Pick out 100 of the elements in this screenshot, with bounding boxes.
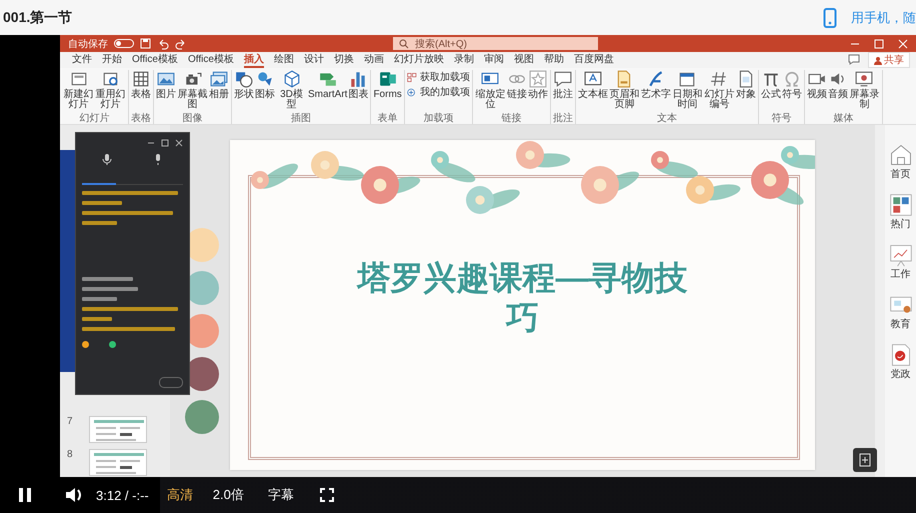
ribbon-button[interactable]: 日期和时间 bbox=[672, 70, 703, 110]
plus-icon bbox=[859, 453, 871, 467]
ribbon-button[interactable]: Forms bbox=[373, 70, 402, 100]
image-icon bbox=[157, 70, 175, 88]
person-icon bbox=[874, 56, 882, 64]
side-panel-item[interactable]: 教育 bbox=[888, 293, 912, 331]
ribbon-button[interactable]: SmartArt bbox=[308, 70, 348, 100]
phone-icon bbox=[823, 8, 837, 28]
group-label: 批注 bbox=[552, 113, 573, 124]
ribbon-button[interactable]: 新建幻灯片 bbox=[63, 70, 94, 110]
search-field[interactable]: 搜索(Alt+Q) bbox=[393, 37, 598, 50]
ribbon-tab[interactable]: 帮助 bbox=[544, 52, 564, 68]
slide-number: 7 bbox=[67, 416, 74, 427]
ribbon-tab[interactable]: 视图 bbox=[514, 52, 534, 68]
ribbon-button[interactable]: 文本框 bbox=[578, 70, 608, 100]
ribbon-tab[interactable]: 绘图 bbox=[274, 52, 294, 68]
group-label: 表单 bbox=[376, 113, 399, 124]
autosave-toggle[interactable] bbox=[114, 39, 134, 48]
chat-button[interactable] bbox=[159, 377, 183, 388]
ribbon-button[interactable]: 缩放定位 bbox=[474, 70, 506, 110]
ribbon-tab[interactable]: 切换 bbox=[334, 52, 354, 68]
ribbon-button[interactable]: 对象 bbox=[736, 70, 756, 100]
group-label: 文本 bbox=[656, 113, 678, 124]
close-icon bbox=[898, 38, 908, 48]
side-panel-item[interactable]: 首页 bbox=[888, 143, 912, 181]
bar-chart-icon bbox=[349, 70, 368, 88]
pause-icon bbox=[18, 487, 32, 503]
group-label: 加载项 bbox=[422, 113, 454, 124]
close-icon bbox=[175, 139, 183, 147]
redo-icon bbox=[175, 38, 187, 50]
group-label: 插图 bbox=[290, 113, 312, 124]
ribbon-tab[interactable]: 文件 bbox=[72, 52, 92, 68]
microphone-icon bbox=[101, 153, 114, 166]
ribbon-button[interactable]: 幻灯片编号 bbox=[704, 70, 735, 110]
slide-thumbnail[interactable] bbox=[89, 449, 147, 476]
ribbon-button[interactable]: 链接 bbox=[506, 70, 527, 100]
ribbon-button[interactable]: 图表 bbox=[348, 70, 368, 100]
fullscreen-icon bbox=[320, 488, 334, 502]
grid-icon bbox=[888, 193, 912, 217]
ribbon-tab[interactable]: Office模板 bbox=[132, 52, 178, 68]
ribbon-button[interactable]: 屏幕录制 bbox=[848, 70, 880, 110]
ribbon-tab[interactable]: 开始 bbox=[102, 52, 122, 68]
ribbon-button[interactable]: 公式 bbox=[760, 70, 781, 100]
ribbon-tab[interactable]: 动画 bbox=[364, 52, 384, 68]
group-label: 表格 bbox=[131, 113, 151, 124]
group-label: 图像 bbox=[182, 113, 204, 124]
ribbon-tab[interactable]: 录制 bbox=[454, 52, 474, 68]
undo-icon bbox=[157, 38, 169, 50]
ribbon-tab[interactable]: Office模板 bbox=[188, 52, 234, 68]
ribbon-button[interactable]: 获取加载项 bbox=[406, 72, 470, 83]
ribbon-tab[interactable]: 审阅 bbox=[484, 52, 504, 68]
subtitles-button[interactable]: 字幕 bbox=[268, 486, 294, 504]
ribbon-button[interactable]: 3D模型 bbox=[276, 70, 307, 110]
volume-button[interactable] bbox=[65, 486, 82, 504]
ribbon-button[interactable]: 图标 bbox=[255, 70, 275, 100]
ribbon-tab[interactable]: 幻灯片放映 bbox=[394, 52, 444, 68]
ribbon-tab[interactable]: 设计 bbox=[304, 52, 324, 68]
group-label: 链接 bbox=[500, 113, 522, 124]
quality-button[interactable]: 高清 bbox=[166, 486, 193, 504]
scrollbar[interactable] bbox=[875, 125, 885, 477]
playback-time: 3:12 / -:-- bbox=[96, 488, 149, 502]
ribbon-button[interactable]: 艺术字 bbox=[640, 70, 671, 100]
ribbon-button[interactable]: 音频 bbox=[828, 70, 848, 100]
home-icon bbox=[888, 143, 912, 167]
ribbon-button[interactable]: 视频 bbox=[806, 70, 827, 100]
pen-stroke-icon bbox=[646, 70, 665, 88]
share-button[interactable]: 共享 bbox=[868, 52, 910, 68]
number-sign-icon bbox=[710, 70, 728, 88]
restore-icon bbox=[874, 38, 884, 48]
ribbon-button[interactable]: 图片 bbox=[156, 70, 176, 100]
ribbon-button[interactable]: 表格 bbox=[131, 70, 151, 100]
add-in-icon bbox=[406, 87, 418, 98]
comment-icon bbox=[848, 54, 860, 66]
ribbon-button[interactable]: 形状 bbox=[234, 70, 254, 100]
ribbon-button[interactable]: 页眉和页脚 bbox=[608, 70, 640, 110]
side-panel-item[interactable]: 工作 bbox=[888, 243, 912, 281]
ribbon-button[interactable]: 我的加载项 bbox=[406, 87, 470, 98]
group-label: 媒体 bbox=[832, 113, 854, 124]
video-title: 001.第一节 bbox=[3, 8, 72, 26]
ribbon-button[interactable]: 批注 bbox=[552, 70, 573, 100]
ribbon-button[interactable]: 重用幻灯片 bbox=[95, 70, 126, 110]
search-icon bbox=[399, 38, 409, 48]
group-label: 符号 bbox=[770, 113, 792, 124]
add-button[interactable] bbox=[853, 448, 877, 472]
ribbon-button[interactable]: 动作 bbox=[528, 70, 548, 100]
add-in-icon bbox=[406, 72, 418, 83]
ribbon-button[interactable]: 屏幕截图 bbox=[177, 70, 208, 110]
ribbon-tab[interactable]: 百度网盘 bbox=[574, 52, 614, 68]
ribbon-button[interactable]: 相册 bbox=[209, 70, 229, 100]
fullscreen-button[interactable] bbox=[320, 488, 334, 502]
ribbon-button[interactable]: 符号 bbox=[782, 70, 802, 100]
group-label: 幻灯片 bbox=[78, 113, 110, 124]
speed-button[interactable]: 2.0倍 bbox=[212, 486, 244, 504]
slide-thumbnail[interactable] bbox=[89, 416, 147, 443]
pause-button[interactable] bbox=[18, 487, 32, 503]
side-panel-item[interactable]: 党政 bbox=[888, 343, 912, 381]
slide-number: 8 bbox=[67, 449, 74, 460]
slide-title: 塔罗兴趣课程—寻物技巧 bbox=[356, 258, 688, 338]
side-panel-item[interactable]: 热门 bbox=[888, 193, 912, 231]
shapes-icon bbox=[256, 70, 274, 88]
